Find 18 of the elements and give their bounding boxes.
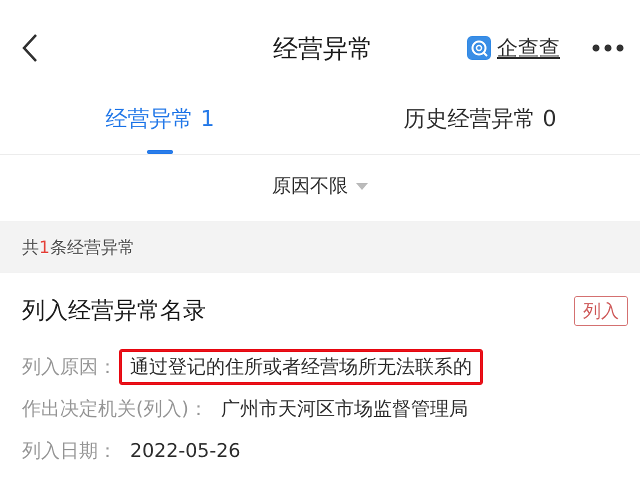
field-value: 广州市天河区市场监督管理局 xyxy=(220,397,469,422)
more-icon[interactable] xyxy=(592,44,624,52)
dropdown-caret-icon xyxy=(356,182,368,190)
back-icon[interactable] xyxy=(22,33,38,63)
page-title: 经营异常 xyxy=(273,32,373,64)
tab[interactable]: 历史经营异常 0 xyxy=(320,96,640,154)
record-title: 列入经营异常名录 xyxy=(22,297,206,326)
magnifier-logo-icon xyxy=(467,36,491,60)
highlighted-value: 通过登记的住所或者经营场所无法联系的 xyxy=(119,349,483,385)
brand-name: 企查查 xyxy=(497,35,560,62)
field-label: 作出决定机关(列入)： xyxy=(22,397,208,422)
record-count: 共1条经营异常 xyxy=(22,236,135,258)
field-value: 2022-05-26 xyxy=(129,439,242,464)
field-label: 列入原因： xyxy=(22,355,117,380)
tab[interactable]: 经营异常 1 xyxy=(0,96,320,154)
reason-filter[interactable]: 原因不限 xyxy=(272,173,368,199)
field-label: 列入日期： xyxy=(22,439,117,464)
status-tag: 列入 xyxy=(574,296,628,326)
